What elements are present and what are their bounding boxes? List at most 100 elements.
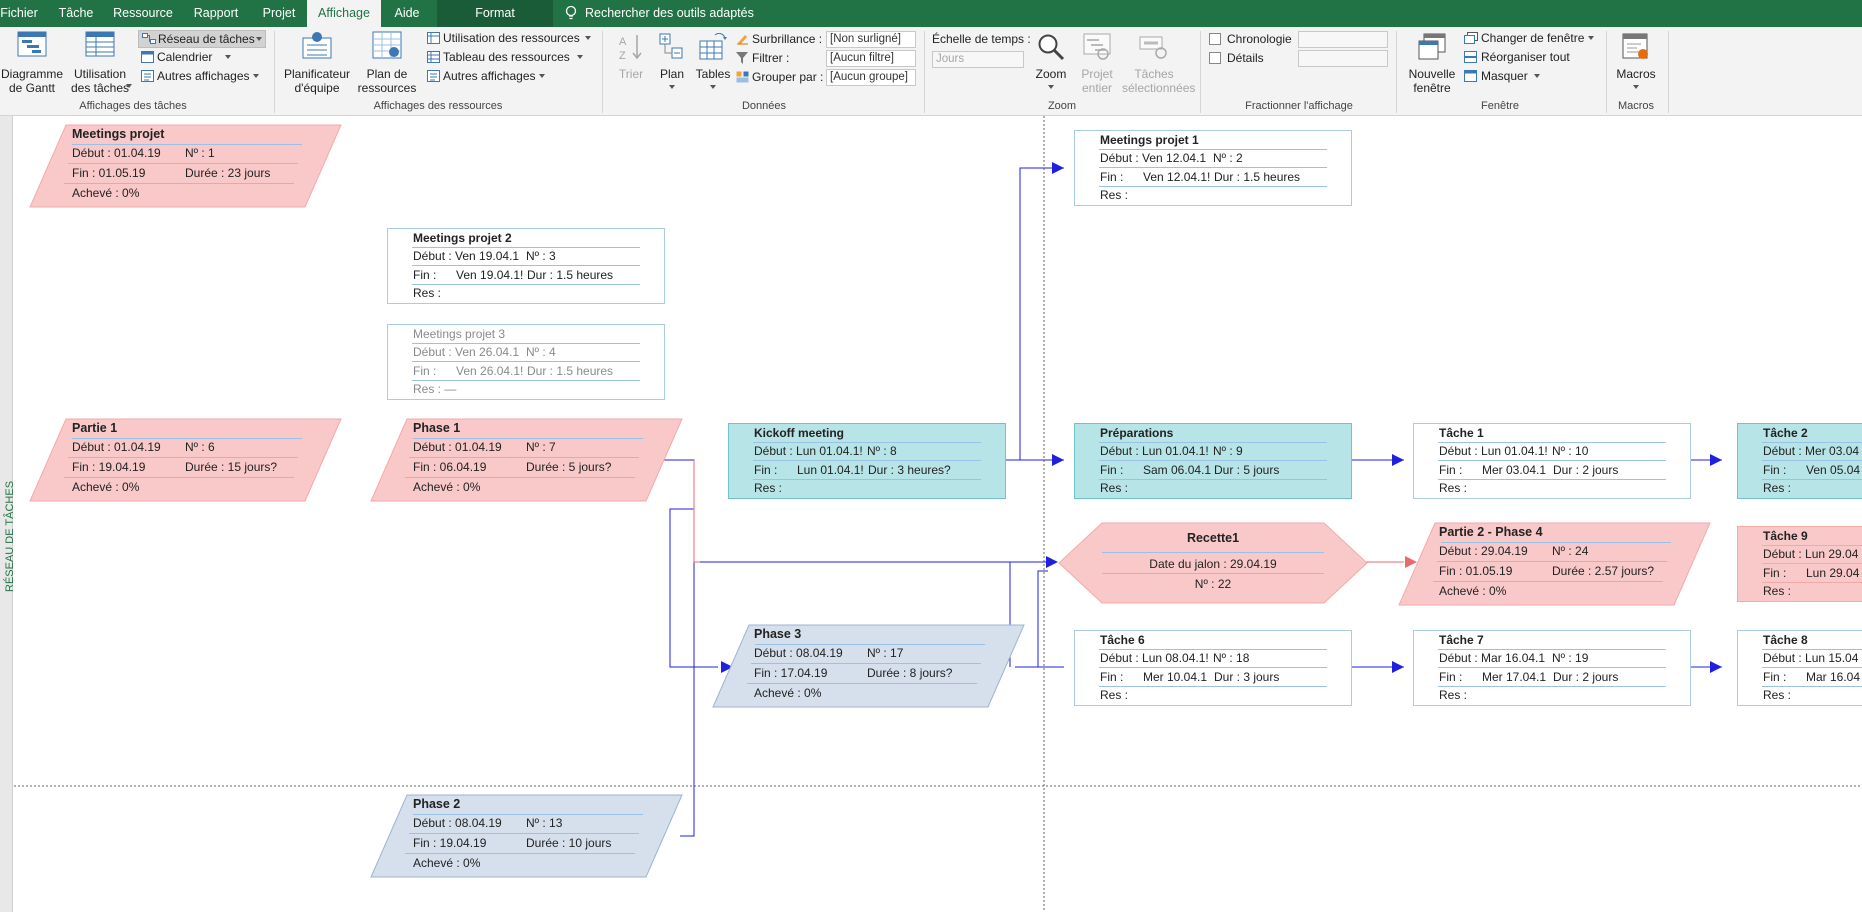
tell-me-search[interactable]: Rechercher des outils adaptés bbox=[562, 0, 782, 27]
team-planner-icon bbox=[302, 32, 332, 59]
tab-format[interactable]: Format bbox=[437, 0, 553, 27]
node-resources: Res : bbox=[413, 286, 442, 300]
tab-rapport[interactable]: Rapport bbox=[190, 0, 242, 27]
node-meetings-projet-3[interactable]: Meetings projet 3 Début : Ven 26.04.1 Nº… bbox=[387, 324, 665, 400]
node-title: Meetings projet 3 bbox=[413, 327, 506, 341]
other-resource-views-button[interactable]: Autres affichages bbox=[424, 68, 548, 86]
divider bbox=[409, 833, 639, 834]
tables-button[interactable]: Tables bbox=[692, 29, 734, 97]
arrowhead bbox=[1392, 661, 1404, 673]
filter-icon bbox=[736, 52, 748, 64]
node-finish: Ven 26.04.1! bbox=[456, 364, 524, 378]
views-icon bbox=[427, 70, 440, 82]
sort-icon: AZ bbox=[619, 35, 642, 61]
node-preparations[interactable]: Préparations Début : Lun 01.04.1! Nº : 9… bbox=[1074, 423, 1352, 499]
node-complete: Achevé : 0% bbox=[413, 856, 481, 870]
resource-sheet-button[interactable]: Tableau des ressources bbox=[424, 49, 586, 67]
team-planner-label: Planificateur d'équipe bbox=[283, 67, 351, 95]
node-phase-2[interactable]: Phase 2 Début : 08.04.19 Nº : 13 Fin : 1… bbox=[369, 794, 684, 878]
timescale-label: Échelle de temps : bbox=[932, 32, 1031, 46]
switch-window-button[interactable]: Changer de fenêtre bbox=[1462, 30, 1596, 48]
resource-plan-button[interactable]: Plan de ressources bbox=[352, 29, 422, 97]
chevron-down-icon bbox=[1633, 85, 1639, 89]
node-title: Partie 2 - Phase 4 bbox=[1439, 525, 1543, 539]
node-title: Tâche 7 bbox=[1439, 633, 1484, 647]
timescale-dropdown[interactable]: Jours bbox=[932, 51, 1024, 68]
divider bbox=[72, 438, 302, 439]
node-tache-8[interactable]: Tâche 8 Début : Lun 15.04 Fin : Mar 16.0… bbox=[1737, 630, 1862, 706]
gantt-button[interactable]: Diagramme de Gantt bbox=[0, 29, 64, 97]
details-checkbox[interactable] bbox=[1209, 52, 1221, 64]
tab-aide[interactable]: Aide bbox=[390, 0, 424, 27]
node-tache-2[interactable]: Tâche 2 Début : Mer 03.04 Fin : Ven 05.0… bbox=[1737, 423, 1862, 499]
group-by-dropdown[interactable]: [Aucun groupe] bbox=[826, 69, 916, 86]
node-tache-6[interactable]: Tâche 6 Début : Lun 08.04.1! Nº : 18 Fin… bbox=[1074, 630, 1352, 706]
node-complete: Achevé : 0% bbox=[72, 186, 140, 200]
tab-affichage[interactable]: Affichage bbox=[307, 0, 381, 27]
node-duration: Dur : 1.5 heures bbox=[527, 364, 614, 378]
divider bbox=[1099, 667, 1327, 668]
node-duration: Dur : 5 jours bbox=[1214, 463, 1280, 477]
divider bbox=[68, 457, 298, 458]
filter-dropdown[interactable]: [Aucun filtre] bbox=[826, 50, 916, 67]
group-by-label: Grouper par : bbox=[752, 70, 824, 84]
divider bbox=[1762, 667, 1862, 668]
node-partie-2-phase-4[interactable]: Partie 2 - Phase 4 Début : 29.04.19 Nº :… bbox=[1397, 522, 1712, 606]
node-phase-3[interactable]: Phase 3 Début : 08.04.19 Nº : 17 Fin : 1… bbox=[711, 624, 1026, 708]
calendar-label: Calendrier bbox=[157, 50, 213, 64]
node-meetings-projet-1[interactable]: Meetings projet 1 Début : Ven 12.04.1 Nº… bbox=[1074, 130, 1352, 206]
sort-button: AZ Trier bbox=[610, 29, 652, 97]
tab-tache[interactable]: Tâche bbox=[56, 0, 96, 27]
tab-projet[interactable]: Projet bbox=[258, 0, 300, 27]
node-partie-1[interactable]: Partie 1 Début : 01.04.19 Nº : 6 Fin : 1… bbox=[28, 418, 343, 502]
node-title: Tâche 2 bbox=[1763, 426, 1808, 440]
node-title: Phase 2 bbox=[413, 797, 461, 811]
resource-plan-icon bbox=[372, 31, 402, 59]
timeline-checkbox[interactable] bbox=[1209, 33, 1221, 45]
node-meetings-projet[interactable]: Meetings projet Début : 01.04.19 Nº : 1 … bbox=[28, 124, 343, 208]
link-phase3-recette bbox=[1037, 570, 1048, 667]
divider bbox=[412, 265, 640, 266]
details-dropdown[interactable] bbox=[1298, 50, 1388, 67]
divider bbox=[1762, 460, 1862, 461]
network-diagram-canvas[interactable]: RÉSEAU DE TÂCHES Meetings projet Début:… bbox=[0, 116, 1862, 912]
zoom-button[interactable]: Zoom bbox=[1030, 29, 1072, 97]
group-separator bbox=[1396, 31, 1397, 113]
hide-button[interactable]: Masquer bbox=[1462, 68, 1546, 86]
timeline-dropdown[interactable] bbox=[1298, 31, 1388, 48]
node-phase-1[interactable]: Phase 1 Début : 01.04.19 Nº : 7 Fin : 06… bbox=[369, 418, 684, 502]
tab-ressource[interactable]: Ressource bbox=[112, 0, 174, 27]
divider bbox=[405, 477, 635, 478]
node-start: Début : Mar 16.04.1 bbox=[1439, 651, 1546, 665]
node-recette1-milestone[interactable]: Recette1 Date du jalon : 29.04.19 Nº : 2… bbox=[1058, 522, 1368, 604]
node-id: Nº : 9 bbox=[1213, 444, 1243, 458]
node-finish: Fin : 19.04.19 bbox=[413, 836, 487, 850]
other-task-views-button[interactable]: Autres affichages bbox=[138, 68, 262, 86]
task-usage-icon bbox=[85, 31, 115, 57]
calendar-button[interactable]: Calendrier bbox=[138, 49, 238, 67]
node-resources: Res : bbox=[1763, 688, 1792, 702]
macros-button[interactable]: Macros bbox=[1612, 29, 1660, 97]
team-planner-button[interactable]: Planificateur d'équipe bbox=[282, 29, 352, 97]
arrange-all-button[interactable]: Réorganiser tout bbox=[1462, 49, 1582, 67]
tab-fichier[interactable]: Fichier bbox=[0, 0, 38, 27]
node-tache-9[interactable]: Tâche 9 Début : Lun 29.04 Fin : Lun 29.0… bbox=[1737, 526, 1862, 602]
resource-usage-button[interactable]: Utilisation des ressources bbox=[424, 30, 594, 48]
node-id: Nº : 22 bbox=[1194, 577, 1232, 591]
node-complete: Achevé : 0% bbox=[1439, 584, 1507, 598]
divider bbox=[412, 343, 640, 344]
node-start: Début : Lun 08.04.1! bbox=[1100, 651, 1209, 665]
filter-label: Filtrer : bbox=[752, 51, 790, 65]
node-tache-7[interactable]: Tâche 7 Début : Mar 16.04.1 Nº : 19 Fin … bbox=[1413, 630, 1691, 706]
node-kickoff-meeting[interactable]: Kickoff meeting Début : Lun 01.04.1! Nº … bbox=[728, 423, 1006, 499]
new-window-button[interactable]: Nouvelle fenêtre bbox=[1402, 29, 1462, 97]
task-usage-button[interactable]: Utilisation des tâches bbox=[66, 29, 134, 97]
node-resources: Res : bbox=[1763, 584, 1792, 598]
node-tache-1[interactable]: Tâche 1 Début : Lun 01.04.1! Nº : 10 Fin… bbox=[1413, 423, 1691, 499]
highlight-dropdown[interactable]: [Non surligné] bbox=[826, 31, 916, 48]
node-meetings-projet-2[interactable]: Meetings projet 2 Début : Ven 19.04.1 Nº… bbox=[387, 228, 665, 304]
outline-button[interactable]: Plan bbox=[654, 29, 690, 97]
node-id: Nº : 10 bbox=[1552, 444, 1589, 458]
node-start: Début : Ven 26.04.1 bbox=[413, 345, 520, 359]
network-diagram-button[interactable]: Réseau de tâches bbox=[138, 30, 266, 48]
